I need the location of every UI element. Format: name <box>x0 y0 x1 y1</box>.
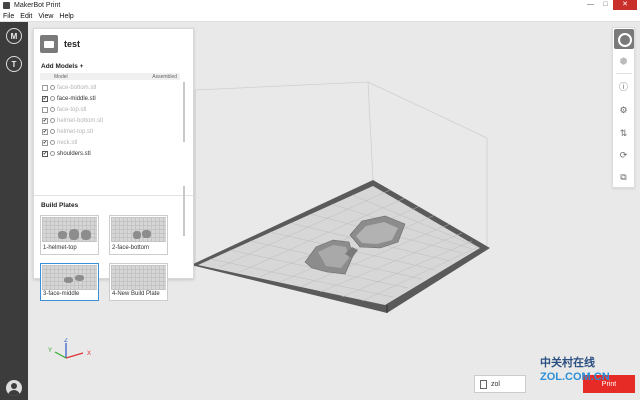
model-name: helmet-bottom.stl <box>57 117 104 124</box>
model-list: face-bottom.stl ✔ face-middle.stl face-to… <box>40 82 180 159</box>
model-name: face-bottom.stl <box>57 84 97 91</box>
model-checkbox[interactable]: ✔ <box>42 117 48 124</box>
arrange-icon[interactable]: ⇅ <box>617 127 630 140</box>
build-plates-heading: Build Plates <box>41 202 79 209</box>
menu-help[interactable]: Help <box>56 13 76 20</box>
axis-x-label: X <box>87 351 91 357</box>
app-logo-icon <box>3 2 10 9</box>
column-assembled: Assembled <box>152 74 177 80</box>
plate-label: 4-New Build Plate <box>112 291 160 297</box>
model-checkbox[interactable]: ✔ <box>42 150 48 157</box>
left-sidebar: M T <box>0 22 28 400</box>
plate-label: 3-face-middle <box>43 291 80 297</box>
user-account-icon[interactable] <box>6 380 22 396</box>
file-badge[interactable]: zol <box>474 375 526 393</box>
plate-preview <box>111 217 166 242</box>
plate-preview <box>42 265 97 290</box>
right-toolbar: ⬢ ⓘ ⚙ ⇅ ⟳ ⧉ <box>612 27 635 188</box>
model-icon <box>50 129 55 134</box>
list-item[interactable]: ✔ helmet-top.stl <box>40 126 180 137</box>
list-item[interactable]: ✔ helmet-bottom.stl <box>40 115 180 126</box>
scale-icon[interactable]: ⧉ <box>617 171 630 184</box>
axis-indicator: Z X Y <box>48 338 91 359</box>
model-icon <box>50 118 55 123</box>
menu-file[interactable]: File <box>0 13 17 20</box>
model-icon <box>50 85 55 90</box>
watermark-cn: 中关村在线 <box>540 357 595 369</box>
info-icon[interactable]: ⓘ <box>617 81 630 94</box>
watermark-url: ZOL.COM.CN <box>540 371 610 383</box>
model-icon <box>50 151 55 156</box>
column-model: Model <box>54 74 68 80</box>
axis-z-label: Z <box>64 338 68 344</box>
cube-view-icon[interactable]: ⬢ <box>617 55 630 68</box>
window-title: MakerBot Print <box>14 2 61 9</box>
build-plate-thumb-3[interactable]: 3-face-middle <box>40 263 99 301</box>
view-icon[interactable] <box>614 29 634 49</box>
toolbar-separator <box>616 73 632 74</box>
project-icon <box>40 35 58 53</box>
model-list-header: Model Assembled <box>40 73 180 80</box>
build-plate-thumb-4[interactable]: 4-New Build Plate <box>109 263 168 301</box>
build-plate-thumb-1[interactable]: 1-helmet-top <box>40 215 99 255</box>
maximize-button[interactable]: □ <box>598 0 613 10</box>
model-checkbox[interactable] <box>42 84 48 91</box>
project-name[interactable]: test <box>64 39 80 49</box>
list-item[interactable]: face-bottom.stl <box>40 82 180 93</box>
window-controls: — □ ✕ <box>583 0 637 11</box>
settings-icon[interactable]: ⚙ <box>617 104 630 117</box>
plate-preview <box>111 265 166 290</box>
add-models-button[interactable]: Add Models + <box>41 63 83 70</box>
list-item[interactable]: face-top.stl <box>40 104 180 115</box>
close-button[interactable]: ✕ <box>613 0 637 10</box>
model-icon <box>50 96 55 101</box>
axis-y-label: Y <box>48 348 52 354</box>
rotate-icon[interactable]: ⟳ <box>617 149 630 162</box>
thingiverse-icon[interactable]: T <box>6 56 22 72</box>
model-name: face-middle.stl <box>57 95 96 102</box>
title-bar: MakerBot Print — □ ✕ <box>0 0 640 11</box>
build-plates-scrollbar[interactable] <box>183 186 185 236</box>
list-item[interactable]: ✔ face-middle.stl <box>40 93 180 104</box>
panel-divider <box>34 195 193 196</box>
list-item[interactable]: ✔ neck.stl <box>40 137 180 148</box>
model-checkbox[interactable]: ✔ <box>42 95 48 102</box>
file-badge-label: zol <box>491 380 500 388</box>
document-icon <box>480 380 487 389</box>
build-plate-thumb-2[interactable]: 2-face-bottom <box>109 215 168 255</box>
menu-edit[interactable]: Edit <box>17 13 35 20</box>
plate-label: 2-face-bottom <box>112 245 150 251</box>
model-name: face-top.stl <box>57 106 87 113</box>
model-name: helmet-top.stl <box>57 128 94 135</box>
plate-label: 1-helmet-top <box>43 245 77 251</box>
list-item[interactable]: ✔ shoulders.stl <box>40 148 180 159</box>
model-checkbox[interactable]: ✔ <box>42 128 48 135</box>
model-checkbox[interactable] <box>42 106 48 113</box>
minimize-button[interactable]: — <box>583 0 598 10</box>
model-icon <box>50 140 55 145</box>
menu-view[interactable]: View <box>35 13 56 20</box>
project-panel: test Add Models + Model Assembled face-b… <box>33 28 194 301</box>
plate-preview <box>42 217 97 242</box>
model-name: shoulders.stl <box>57 150 91 157</box>
model-checkbox[interactable]: ✔ <box>42 139 48 146</box>
model-icon <box>50 107 55 112</box>
menu-bar: File Edit View Help <box>0 11 640 22</box>
model-name: neck.stl <box>57 139 78 146</box>
model-list-scrollbar[interactable] <box>183 82 185 142</box>
makerbot-logo-icon[interactable]: M <box>6 28 22 44</box>
